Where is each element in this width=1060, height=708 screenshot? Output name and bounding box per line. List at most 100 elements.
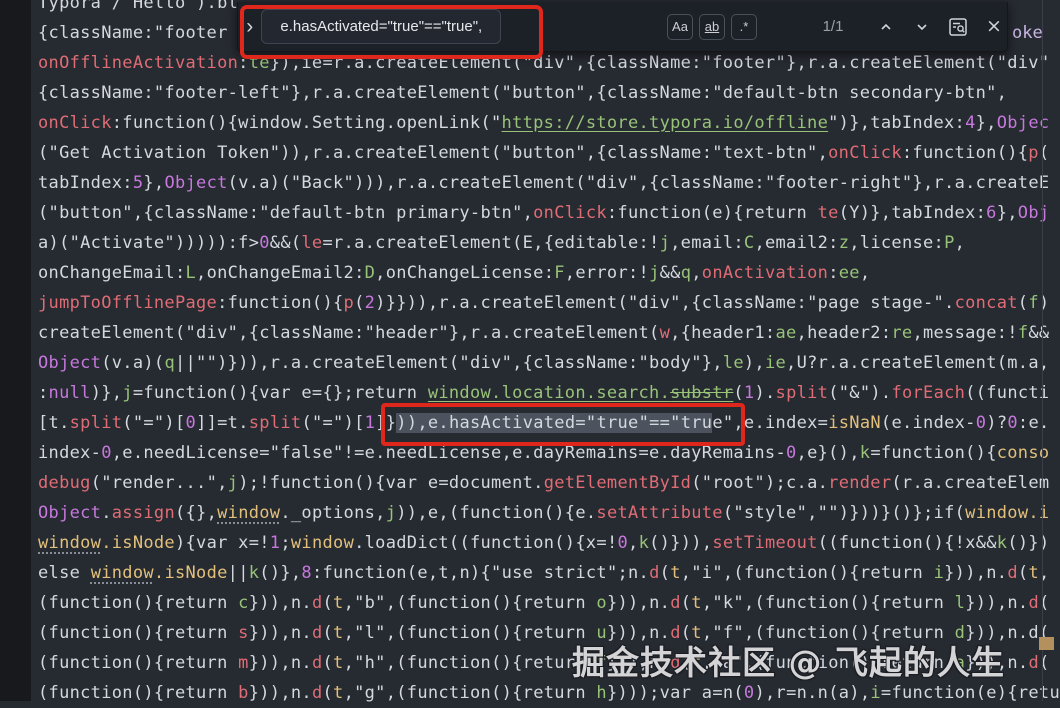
code-token: jumpToOfflinePage bbox=[38, 293, 217, 313]
code-token: ,{header1: bbox=[670, 323, 775, 343]
find-in-selection-button[interactable] bbox=[945, 14, 971, 40]
code-token: (Y)},tabIndex: bbox=[839, 203, 987, 223]
code-token: q bbox=[681, 263, 692, 283]
code-token: k bbox=[249, 563, 260, 583]
code-token: ()})), bbox=[649, 533, 712, 553]
code-token: t bbox=[333, 683, 344, 703]
code-token: s bbox=[238, 623, 249, 643]
scrollbar-track[interactable] bbox=[1042, 0, 1043, 701]
code-token: ( bbox=[322, 683, 333, 703]
code-token: :function(e){return bbox=[607, 203, 818, 223]
code-token: : bbox=[828, 263, 839, 283]
code-token: t bbox=[1028, 563, 1039, 583]
code-token: https://store.typora.io/offline bbox=[502, 113, 829, 133]
chevron-up-icon bbox=[880, 21, 892, 33]
code-token: })),n. bbox=[607, 593, 670, 613]
code-token: }, bbox=[976, 113, 997, 133]
code-token: ("Get Activation Token")),r.a.createElem… bbox=[38, 143, 828, 163]
code-token: k bbox=[997, 533, 1008, 553]
code-token: 1 bbox=[270, 533, 281, 553]
previous-match-button[interactable] bbox=[873, 14, 899, 40]
code-token: ). bbox=[754, 383, 775, 403]
whole-word-button[interactable]: ab bbox=[699, 14, 725, 40]
code-token: substr bbox=[670, 383, 733, 403]
code-token: Object bbox=[38, 503, 101, 523]
find-input[interactable] bbox=[261, 9, 501, 44]
code-token: })),n. bbox=[965, 593, 1028, 613]
match-case-button[interactable]: Aa bbox=[667, 14, 693, 40]
code-token: ,message:! bbox=[912, 323, 1017, 343]
code-token: d bbox=[649, 563, 660, 583]
code-token: .isNode bbox=[154, 563, 228, 583]
code-token: ), bbox=[744, 353, 765, 373]
code-token: w bbox=[660, 323, 671, 343]
code-token: m bbox=[238, 653, 249, 673]
code-token: te bbox=[818, 203, 839, 223]
code-token: t bbox=[670, 563, 681, 583]
code-token: ) bbox=[1039, 293, 1050, 313]
next-match-button[interactable] bbox=[909, 14, 935, 40]
code-token: && bbox=[1028, 323, 1049, 343]
code-token: F bbox=[554, 263, 565, 283]
code-line: jumpToOfflinePage:function(){p(2)}})),r.… bbox=[38, 288, 1060, 318]
code-token: onClick bbox=[828, 143, 902, 163]
code-token: ]]=t. bbox=[196, 413, 249, 433]
code-line: (function(){return c})),n.d(t,"b",(funct… bbox=[38, 588, 1060, 618]
code-token: =r.a.createElement(E,{editable:! bbox=[322, 233, 659, 253]
code-token: 0 bbox=[976, 413, 987, 433]
code-token: window bbox=[91, 563, 154, 583]
code-token: :function(){window.Setting.openLink(" bbox=[112, 113, 502, 133]
code-token: Object bbox=[38, 353, 101, 373]
regex-button[interactable]: .* bbox=[731, 14, 757, 40]
code-token: window bbox=[291, 533, 354, 553]
code-token: [t. bbox=[38, 413, 70, 433]
code-token: split bbox=[249, 413, 302, 433]
code-token: L bbox=[186, 263, 197, 283]
code-token: 8 bbox=[301, 563, 312, 583]
code-token: ie bbox=[765, 353, 786, 373]
code-token: z bbox=[839, 233, 850, 253]
code-token: index- bbox=[38, 443, 101, 463]
code-line: {className:"footer-left"},r.a.createElem… bbox=[38, 78, 1060, 108]
code-token: , bbox=[860, 263, 871, 283]
code-token: isNaN bbox=[828, 413, 881, 433]
code-token: ( bbox=[733, 383, 744, 403]
code-token: 2 bbox=[365, 293, 376, 313]
code-token: (v.a)("Back"))),r.a.createElement("div",… bbox=[228, 173, 1050, 193]
code-token: 1 bbox=[744, 383, 755, 403]
code-token: window bbox=[217, 503, 280, 523]
code-token: 0 bbox=[617, 533, 628, 553]
code-area[interactable]: Typora / Hello ).bl{className:"footeronO… bbox=[38, 0, 1060, 708]
code-token: )}, bbox=[91, 383, 123, 403]
code-token: . bbox=[101, 503, 112, 523]
code-token: ){var x=! bbox=[175, 533, 270, 553]
code-token: &&( bbox=[270, 233, 302, 253]
code-token: )}})),r.a.createElement("div",{className… bbox=[375, 293, 954, 313]
code-token: null bbox=[49, 383, 91, 403]
code-token: e",e.index= bbox=[712, 413, 828, 433]
watermark: 掘金技术社区 @ 飞起的人生 bbox=[572, 636, 1060, 684]
code-token: })),n. bbox=[249, 653, 312, 673]
code-token: ( bbox=[1018, 293, 1029, 313]
whole-word-label: ab bbox=[705, 19, 719, 34]
editor-gutter bbox=[0, 0, 31, 701]
code-token: k bbox=[860, 443, 871, 463]
code-token: debug bbox=[38, 473, 91, 493]
code-token: re bbox=[891, 323, 912, 343]
code-token: d bbox=[1007, 563, 1018, 583]
code-token: onChangeEmail: bbox=[38, 263, 186, 283]
code-token: : bbox=[238, 53, 249, 73]
find-widget: › Aa ab .* 1/1 × bbox=[237, 2, 1008, 52]
code-line: :null)},j=function(){var e={};return win… bbox=[38, 378, 1060, 408]
code-token: ,"k",(function(){return bbox=[702, 593, 955, 613]
code-token: split bbox=[70, 413, 123, 433]
code-token: && bbox=[660, 263, 681, 283]
code-token: :function(){ bbox=[217, 293, 343, 313]
close-find-button[interactable]: × bbox=[981, 14, 1007, 40]
code-token: ||"")})),r.a.createElement("div",{classN… bbox=[175, 353, 723, 373]
code-token: concat bbox=[955, 293, 1018, 313]
code-token: ((functi bbox=[965, 383, 1049, 403]
code-token: d bbox=[312, 683, 323, 703]
code-token: 5 bbox=[133, 173, 144, 193]
expand-replace-chevron-icon[interactable]: › bbox=[240, 17, 259, 37]
